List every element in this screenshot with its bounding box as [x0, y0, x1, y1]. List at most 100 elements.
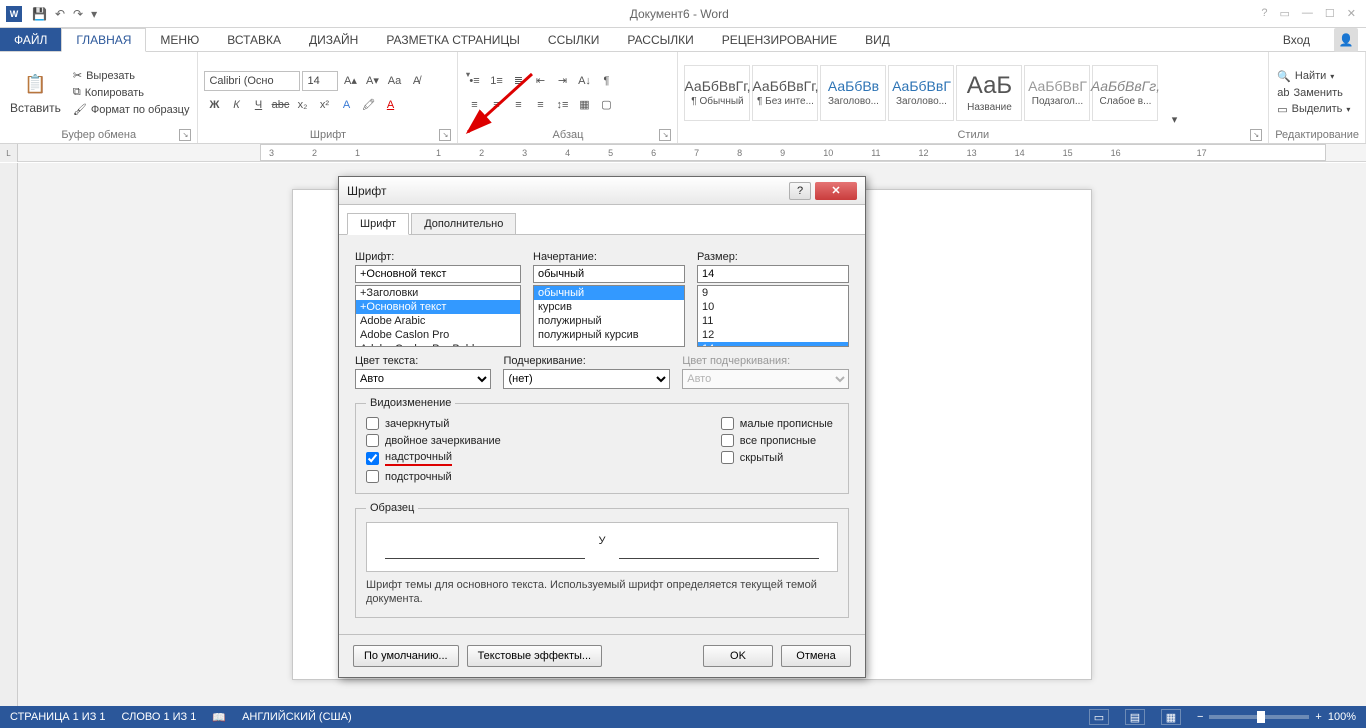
increase-font-icon[interactable]: A▴ [340, 71, 360, 91]
style-title[interactable]: АаБНазвание [956, 65, 1022, 121]
font-input[interactable] [355, 265, 521, 283]
format-painter-button[interactable]: 🖌Формат по образцу [71, 102, 192, 117]
help-icon[interactable]: ? [1261, 7, 1267, 20]
text-effects-button[interactable]: Текстовые эффекты... [467, 645, 603, 667]
align-left-icon[interactable]: ≡ [464, 95, 484, 115]
font-name-combo[interactable]: Calibri (Осно▾ [204, 71, 300, 91]
list-item[interactable]: +Основной текст [356, 300, 520, 314]
numbering-icon[interactable]: 1≡ [486, 71, 506, 91]
zoom-out-icon[interactable]: − [1197, 711, 1203, 723]
tab-file[interactable]: ФАЙЛ [0, 28, 61, 51]
dialog-tab-font[interactable]: Шрифт [347, 213, 409, 235]
shading-icon[interactable]: ▦ [574, 95, 594, 115]
maximize-icon[interactable]: ☐ [1325, 7, 1335, 20]
effect-двойное-зачеркивание[interactable]: двойное зачеркивание [366, 434, 501, 447]
styles-launcher-icon[interactable]: ↘ [1250, 129, 1262, 141]
tab-menu[interactable]: Меню [146, 28, 213, 51]
bullets-icon[interactable]: •≡ [464, 71, 484, 91]
list-item[interactable]: 10 [698, 300, 848, 314]
font-color-icon[interactable]: A [380, 95, 400, 115]
list-item[interactable]: Adobe Caslon Pro Bold [356, 342, 520, 347]
style-listbox[interactable]: обычныйкурсивполужирныйполужирный курсив [533, 285, 685, 347]
effect-малые-прописные[interactable]: малые прописные [721, 417, 833, 430]
effect-зачеркнутый[interactable]: зачеркнутый [366, 417, 501, 430]
status-proofing-icon[interactable]: 📖 [212, 711, 226, 724]
view-read-icon[interactable]: ▭ [1089, 709, 1109, 725]
highlight-icon[interactable]: 🖍 [358, 95, 378, 115]
status-language[interactable]: АНГЛИЙСКИЙ (США) [242, 711, 352, 723]
effect-надстрочный[interactable]: надстрочный [366, 451, 501, 466]
list-item[interactable]: 14 [698, 342, 848, 347]
decrease-indent-icon[interactable]: ⇤ [530, 71, 550, 91]
default-button[interactable]: По умолчанию... [353, 645, 459, 667]
dialog-close-icon[interactable]: ✕ [815, 182, 857, 200]
styles-more-icon[interactable]: ▾ [1164, 109, 1184, 129]
status-words[interactable]: СЛОВО 1 ИЗ 1 [122, 711, 197, 723]
horizontal-ruler[interactable]: L 3211234567891011121314151617 [0, 144, 1366, 162]
tab-design[interactable]: ДИЗАЙН [295, 28, 372, 51]
view-print-icon[interactable]: ▤ [1125, 709, 1145, 725]
align-right-icon[interactable]: ≡ [508, 95, 528, 115]
list-item[interactable]: Adobe Arabic [356, 314, 520, 328]
vertical-ruler[interactable] [0, 163, 18, 706]
paragraph-launcher-icon[interactable]: ↘ [659, 129, 671, 141]
list-item[interactable]: Adobe Caslon Pro [356, 328, 520, 342]
change-case-icon[interactable]: Aa [384, 71, 404, 91]
zoom-slider[interactable] [1209, 715, 1309, 719]
copy-button[interactable]: ⧉Копировать [71, 85, 192, 100]
text-effects-icon[interactable]: A [336, 95, 356, 115]
tab-insert[interactable]: ВСТАВКА [213, 28, 295, 51]
zoom-control[interactable]: − + 100% [1197, 711, 1356, 723]
view-web-icon[interactable]: ▦ [1161, 709, 1181, 725]
borders-icon[interactable]: ▢ [596, 95, 616, 115]
cancel-button[interactable]: Отмена [781, 645, 851, 667]
close-icon[interactable]: ✕ [1347, 7, 1356, 20]
list-item[interactable]: обычный [534, 286, 684, 300]
underline-icon[interactable]: Ч [248, 95, 268, 115]
superscript-icon[interactable]: x² [314, 95, 334, 115]
size-input[interactable] [697, 265, 849, 283]
list-item[interactable]: курсив [534, 300, 684, 314]
font-listbox[interactable]: +Заголовки+Основной текстAdobe ArabicAdo… [355, 285, 521, 347]
clipboard-launcher-icon[interactable]: ↘ [179, 129, 191, 141]
sort-icon[interactable]: A↓ [574, 71, 594, 91]
list-item[interactable]: 12 [698, 328, 848, 342]
italic-icon[interactable]: К [226, 95, 246, 115]
effect-все-прописные[interactable]: все прописные [721, 434, 833, 447]
color-select[interactable]: Авто [355, 369, 491, 389]
sign-in[interactable]: Вход [1265, 28, 1328, 51]
replace-button[interactable]: abЗаменить [1275, 86, 1352, 100]
size-listbox[interactable]: 910111214 [697, 285, 849, 347]
underline-select[interactable]: (нет) [503, 369, 670, 389]
effect-подстрочный[interactable]: подстрочный [366, 470, 501, 483]
font-size-combo[interactable]: 14▾ [302, 71, 338, 91]
tab-layout[interactable]: РАЗМЕТКА СТРАНИЦЫ [372, 28, 534, 51]
tab-references[interactable]: ССЫЛКИ [534, 28, 613, 51]
ok-button[interactable]: OK [703, 645, 773, 667]
style-subtle[interactable]: АаБбВвГг,Слабое в... [1092, 65, 1158, 121]
user-avatar-icon[interactable]: 👤 [1334, 28, 1358, 52]
list-item[interactable]: 9 [698, 286, 848, 300]
justify-icon[interactable]: ≡ [530, 95, 550, 115]
bold-icon[interactable]: Ж [204, 95, 224, 115]
select-button[interactable]: ▭Выделить▾ [1275, 102, 1352, 117]
decrease-font-icon[interactable]: A▾ [362, 71, 382, 91]
clear-format-icon[interactable]: А̸ [406, 71, 426, 91]
effect-скрытый[interactable]: скрытый [721, 451, 833, 464]
subscript-icon[interactable]: x₂ [292, 95, 312, 115]
multilevel-icon[interactable]: ≣ [508, 71, 528, 91]
zoom-in-icon[interactable]: + [1315, 711, 1321, 723]
paste-button[interactable]: 📋 Вставить [6, 69, 65, 117]
show-marks-icon[interactable]: ¶ [596, 71, 616, 91]
ribbon-options-icon[interactable]: ▭ [1280, 7, 1290, 20]
style-heading1[interactable]: АаБбВвЗаголово... [820, 65, 886, 121]
cut-button[interactable]: ✂Вырезать [71, 68, 192, 83]
strike-icon[interactable]: abc [270, 95, 290, 115]
list-item[interactable]: полужирный [534, 314, 684, 328]
dialog-tab-advanced[interactable]: Дополнительно [411, 213, 516, 234]
tab-home[interactable]: ГЛАВНАЯ [61, 28, 146, 52]
undo-icon[interactable]: ↶ [55, 7, 65, 21]
status-page[interactable]: СТРАНИЦА 1 ИЗ 1 [10, 711, 106, 723]
increase-indent-icon[interactable]: ⇥ [552, 71, 572, 91]
line-spacing-icon[interactable]: ↕≡ [552, 95, 572, 115]
